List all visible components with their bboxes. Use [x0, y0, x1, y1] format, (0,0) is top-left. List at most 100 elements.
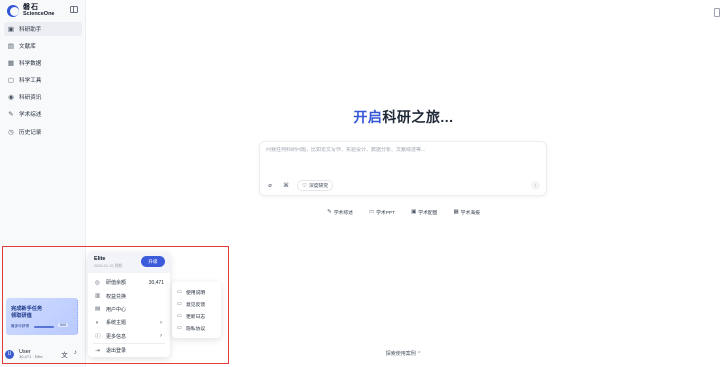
page-title: 开启科研之旅... — [87, 107, 720, 127]
quick-action-review[interactable]: ✎ 学术综述 — [324, 207, 356, 217]
history-icon: ◷ — [8, 128, 14, 136]
menu-item-theme[interactable]: ◑ 系统主题 › — [88, 316, 170, 329]
sidebar-item-label: 文献库 — [19, 44, 36, 51]
quick-action-label: 学术综述 — [333, 210, 353, 216]
send-button[interactable]: ↑ — [531, 181, 540, 190]
sidebar-item-review[interactable]: ✎ 学术综述 — [4, 107, 82, 121]
quick-actions: ✎ 学术综述 ▭ 学术PPT ▣ 学术配图 ▦ 学术海报 — [87, 207, 720, 217]
image-icon: ▣ — [411, 209, 417, 215]
explore-label: 探索使用案例 — [385, 351, 416, 357]
sidebar-item-history[interactable]: ◷ 历史记录 — [4, 125, 82, 139]
database-icon: ▦ — [7, 60, 15, 68]
brand-name-en: ScienceOne — [23, 11, 55, 17]
avatar: U — [5, 349, 14, 359]
submenu-item-changelog[interactable]: ▭ 更新日志 — [172, 310, 221, 322]
quick-action-label: 学术配图 — [418, 210, 438, 216]
menu-item-label: 更多信息 — [106, 333, 127, 340]
deep-research-label: 深度研究 — [308, 184, 329, 189]
quick-action-figure[interactable]: ▣ 学术配图 — [408, 207, 440, 217]
menu-item-logout[interactable]: ⇥ 退出登录 — [88, 344, 170, 357]
more-info-submenu: ▭ 使用说明 ▭ 意见反馈 ▭ 更新日志 ▭ 隐私协议 — [172, 282, 221, 338]
submenu-item-label: 隐私协议 — [186, 326, 206, 332]
quick-action-poster[interactable]: ▦ 学术海报 — [450, 207, 482, 217]
promo-title-line1: 完成新手任务 — [11, 306, 43, 312]
submenu-item-privacy[interactable]: ▭ 隐私协议 — [172, 322, 221, 334]
translate-icon[interactable]: 文 — [61, 349, 68, 359]
panel-toggle-icon[interactable] — [714, 8, 720, 17]
sidebar-item-label: 科学工具 — [19, 78, 42, 85]
brand-text: 磐石 ScienceOne — [23, 4, 55, 18]
presentation-icon: ▭ — [368, 209, 375, 215]
menu-item-user-center[interactable]: ▤ 用户中心 — [88, 303, 170, 316]
user-meta: 30,471 · Elite — [19, 353, 43, 359]
menu-item-redeem[interactable]: ▥ 权益兑换 — [88, 289, 170, 302]
logout-icon: ⇥ — [95, 347, 100, 354]
sidebar-item-label: 科研助手 — [19, 27, 42, 33]
chevron-up-icon: ⌃ — [417, 351, 422, 357]
submenu-item-guide[interactable]: ▭ 使用说明 — [172, 286, 221, 298]
upgrade-button[interactable]: 升级 — [141, 256, 165, 267]
user-profile[interactable]: U User 30,471 · Elite 文 ♪ — [5, 345, 83, 363]
quick-action-ppt[interactable]: ▭ 学术PPT — [366, 207, 398, 217]
theme-icon: ◑ — [95, 319, 99, 326]
sidebar-item-news[interactable]: ◉ 科研资讯 — [4, 90, 82, 104]
menu-item-balance[interactable]: ◎ 研值余额 30,471 — [88, 276, 170, 289]
atom-icon: ♡ — [302, 182, 307, 189]
submenu-item-label: 更新日志 — [186, 314, 206, 320]
tool-icon: ▢ — [7, 77, 15, 85]
library-icon: ▤ — [7, 43, 15, 51]
menu-item-label: 权益兑换 — [106, 293, 127, 300]
bell-icon[interactable]: ♪ — [74, 349, 77, 359]
shield-icon: ▭ — [177, 325, 182, 331]
promo-title: 完成新手任务 领取研值 — [11, 306, 42, 320]
info-icon: ⓘ — [95, 334, 101, 341]
user-actions: 文 ♪ — [61, 349, 77, 359]
page-title-highlight: 开启 — [353, 109, 383, 125]
promo-card[interactable]: 完成新手任务 领取研值 最多可获得 500 — [6, 298, 78, 335]
account-menu: Elite 2026-01-15 到期 升级 ◎ 研值余额 30,471 ▥ 权… — [88, 252, 170, 357]
promo-subtitle: 最多可获得 — [11, 324, 29, 328]
news-icon: ◉ — [8, 94, 14, 102]
brand[interactable]: 磐石 ScienceOne — [7, 4, 55, 18]
sidebar-item-label: 历史记录 — [19, 129, 42, 136]
promo-badge: 500 — [58, 323, 68, 327]
sidebar-collapse-icon[interactable] — [70, 6, 78, 13]
deep-research-button[interactable]: ♡ 深度研究 — [297, 180, 334, 191]
network-icon[interactable]: ⌘ — [282, 181, 290, 191]
page-title-rest: 科研之旅... — [382, 109, 454, 125]
menu-item-label: 退出登录 — [106, 348, 127, 355]
promo-progress-bar — [34, 326, 54, 328]
sidebar-item-tools[interactable]: ▢ 科学工具 — [4, 73, 82, 87]
submenu-item-feedback[interactable]: ▭ 意见反馈 — [172, 298, 221, 310]
menu-item-label: 系统主题 — [106, 320, 127, 327]
submenu-item-label: 意见反馈 — [186, 302, 206, 308]
promo-dots-decoration — [76, 300, 78, 333]
menu-item-more-info[interactable]: ⓘ 更多信息 › — [88, 330, 170, 343]
explore-cases-link[interactable]: 探索使用案例 ⌃ — [87, 350, 720, 357]
gift-icon: ▥ — [95, 293, 101, 300]
quick-action-label: 学术PPT — [376, 210, 396, 216]
plan-header: Elite 2026-01-15 到期 升级 — [88, 252, 170, 273]
sidebar-nav: ▣ 科研助手 ▤ 文献库 ▦ 科学数据 ▢ 科学工具 ◉ 科研资讯 ✎ 学术综述 — [4, 22, 82, 142]
chevron-right-icon: › — [160, 319, 162, 326]
user-icon: ▤ — [95, 306, 101, 313]
attach-icon[interactable]: ⌀ — [266, 181, 274, 191]
brand-logo-icon — [7, 4, 19, 17]
review-icon: ✎ — [8, 111, 14, 119]
sidebar-item-label: 学术综述 — [19, 112, 42, 119]
sidebar-item-assistant[interactable]: ▣ 科研助手 — [4, 22, 82, 36]
menu-item-label: 研值余额 — [106, 280, 127, 287]
app-root: 磐石 ScienceOne ▣ 科研助手 ▤ 文献库 ▦ 科学数据 ▢ 科学工具 — [0, 0, 720, 367]
chevron-right-icon: › — [160, 333, 162, 340]
balance-value: 30,471 — [148, 279, 164, 286]
poster-icon: ▦ — [453, 209, 459, 215]
sidebar-item-label: 科学数据 — [19, 61, 42, 68]
submenu-item-label: 使用说明 — [186, 290, 206, 296]
sidebar-item-data[interactable]: ▦ 科学数据 — [4, 56, 82, 70]
log-icon: ▭ — [177, 313, 182, 319]
quick-action-label: 学术海报 — [460, 210, 480, 216]
prompt-input[interactable] — [266, 147, 536, 153]
sidebar-item-library[interactable]: ▤ 文献库 — [4, 39, 82, 53]
sidebar: 磐石 ScienceOne ▣ 科研助手 ▤ 文献库 ▦ 科学数据 ▢ 科学工具 — [0, 0, 86, 367]
feedback-icon: ▭ — [177, 301, 182, 307]
